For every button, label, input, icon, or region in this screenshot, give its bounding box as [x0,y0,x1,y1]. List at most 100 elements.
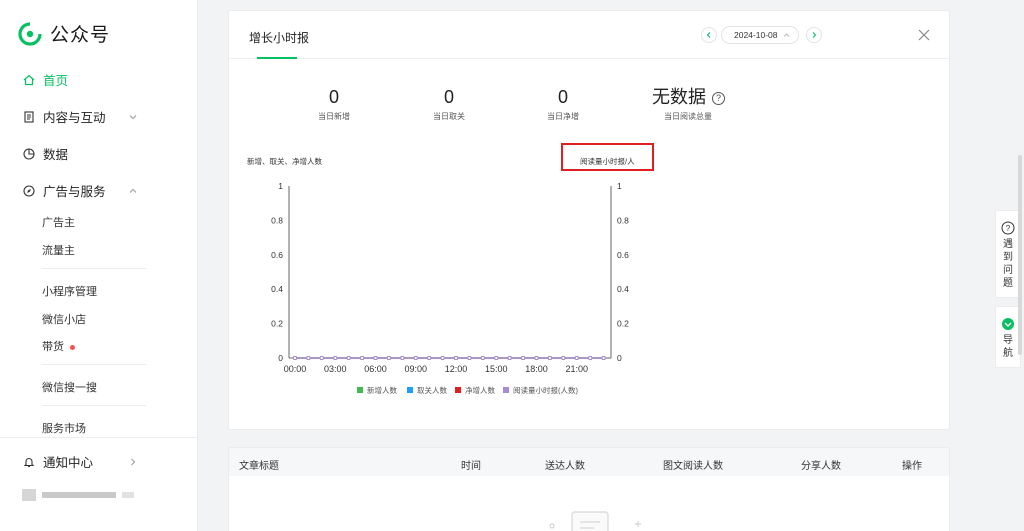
data-point [494,355,499,361]
empty-state-icon [549,511,641,531]
legend-label: 净增人数 [465,385,495,395]
stat-value-row: 无数据? [652,87,742,107]
sidebar-sub-miniprogram[interactable]: 小程序管理 [42,283,97,299]
data-point [427,355,432,361]
stat-new: 0 当日新增 [304,87,364,122]
question-icon: ? [1001,221,1015,235]
data-point [588,355,593,361]
y-tick-label-left: 0.2 [271,319,283,329]
x-tick-label: 12:00 [445,364,468,374]
stat-label: 当日新增 [318,112,350,121]
sidebar-sub-advertiser[interactable]: 广告主 [42,214,75,230]
x-tick-label: 15:00 [485,364,508,374]
divider [42,268,146,269]
data-point [547,355,552,361]
sidebar-item-data[interactable]: 数据 [22,144,140,163]
scrollbar[interactable] [1018,155,1022,355]
sidebar-sub-shop[interactable]: 微信小店 [42,311,86,327]
brand-logo-icon [18,21,42,46]
next-date-button[interactable] [806,27,822,43]
data-point [413,355,418,361]
chevron-up-icon [783,33,790,37]
stat-label: 当日取关 [433,112,465,121]
stat-value: 0 [328,87,339,107]
legend-swatch [407,387,413,393]
y-tick-label-left: 0.4 [271,284,283,294]
sidebar-sub-label: 带货 [42,341,64,353]
navigation-icon [1002,318,1014,330]
growth-report-card: 增长小时报 2024-10-08 0 当日新增 0 当日取关 0 当日净增 无数… [228,10,950,430]
sidebar-sub-publisher[interactable]: 流量主 [42,242,75,258]
chevron-right-icon [131,458,136,465]
sidebar-sub-goods[interactable]: 带货 [42,338,75,354]
data-point [360,355,365,361]
avatar[interactable] [22,489,137,501]
legend-label: 取关人数 [417,385,447,395]
tab-indicator [257,57,297,59]
sidebar-item-notifications[interactable]: 通知中心 [22,452,140,471]
data-point [319,355,324,361]
data-point [306,355,311,361]
sidebar-item-label: 通知中心 [43,456,94,470]
x-tick-label: 03:00 [324,364,347,374]
sidebar-item-label: 内容与互动 [43,111,106,125]
data-point [561,355,566,361]
sidebar-sub-market[interactable]: 服务市场 [42,420,86,436]
bell-icon [22,455,35,468]
legend-swatch [455,387,461,393]
sidebar-item-ads[interactable]: 广告与服务 [22,181,140,200]
y-tick-label-left: 1 [278,181,283,191]
brand[interactable]: 公众号 [18,20,110,47]
data-point [400,355,405,361]
column-reads: 图文阅读人数 [663,461,723,472]
data-point [507,355,512,361]
report-title[interactable]: 增长小时报 [249,29,309,46]
close-icon[interactable] [917,28,931,42]
y-tick-label-right: 0.4 [617,284,629,294]
growth-chart: 0 0 0.2 0.2 0.4 0.4 0.6 0.6 0.8 0.8 1 1 00:00 03:00 06… [271,181,629,395]
stat-label: 当日阅读总量 [664,112,712,121]
sidebar-item-label: 广告与服务 [43,185,106,199]
sidebar-item-label: 数据 [43,148,69,162]
sidebar-sub-search[interactable]: 微信搜一搜 [42,379,97,395]
y-tick-label-right: 0.8 [617,215,629,225]
stat-reads: 无数据? 当日阅读总量 [652,87,742,122]
divider [0,437,198,438]
data-point [453,355,459,361]
help-tool-label: 遇到问题 [1003,239,1013,289]
column-actions: 操作 [902,461,922,472]
left-axis-title: 新增、取关、净增人数 [247,157,322,166]
legend-swatch [503,387,509,393]
notification-dot [70,344,75,350]
legend-label: 新增人数 [367,385,397,395]
data-point [440,355,445,361]
stat-label: 当日净增 [547,112,579,121]
y-tick-label-right: 0.2 [617,319,629,329]
x-tick-label: 21:00 [565,364,588,374]
divider [42,405,146,406]
document-icon [22,110,35,123]
stat-value: 0 [443,87,454,107]
date-picker[interactable]: 2024-10-08 [721,26,799,44]
pie-chart-icon [22,147,35,160]
y-tick-label-left: 0 [278,353,283,363]
x-tick-label: 06:00 [364,364,387,374]
data-point [480,355,485,361]
card-header: 增长小时报 2024-10-08 [229,11,949,59]
data-point [292,355,298,361]
nav-tool-label: 导航 [1003,335,1013,359]
column-time: 时间 [461,461,481,472]
highlight-box [561,143,654,171]
sidebar-item-home[interactable]: 首页 [22,70,140,89]
stat-value: 0 [557,87,568,107]
stat-value: 无数据 [652,87,706,107]
chevron-up-icon [129,188,137,193]
data-point [386,355,391,361]
prev-date-button[interactable] [701,27,717,43]
svg-text:?: ? [1006,224,1011,233]
legend-swatch [357,387,363,393]
sidebar-item-content[interactable]: 内容与互动 [22,107,140,126]
help-icon[interactable]: ? [712,91,725,105]
data-point [534,355,539,361]
data-point [333,355,338,361]
